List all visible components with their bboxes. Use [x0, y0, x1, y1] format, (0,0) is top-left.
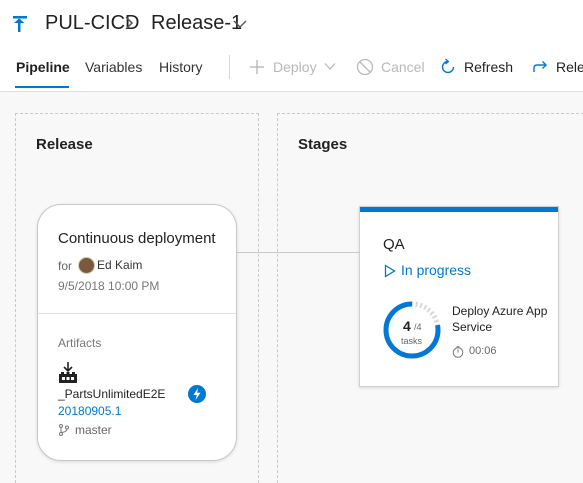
tab-history[interactable]: History — [159, 59, 203, 75]
refresh-icon — [441, 58, 455, 74]
tasks-total: /4 — [414, 322, 422, 332]
task-duration: 00:06 — [469, 345, 497, 357]
release-button[interactable]: Relea — [531, 58, 583, 76]
artifacts-label: Artifacts — [58, 336, 102, 350]
cancel-button[interactable]: Cancel — [356, 58, 426, 76]
card-divider — [38, 313, 236, 314]
chevron-down-icon — [324, 63, 336, 70]
play-icon — [384, 264, 396, 278]
refresh-button[interactable]: Refresh — [439, 58, 515, 76]
chevron-right-icon — [125, 16, 134, 30]
stage-connector — [235, 252, 359, 253]
toolbar-divider — [229, 55, 230, 79]
stage-card-qa[interactable]: QA In progress 4 /4 tasks Deploy Azure A… — [359, 206, 559, 387]
task-name: Deploy Azure App Service — [452, 304, 548, 334]
for-label: for — [58, 259, 73, 273]
pipelines-icon — [13, 16, 27, 32]
active-tab-indicator — [15, 86, 69, 88]
deploy-button[interactable]: Deploy — [248, 58, 338, 76]
release-arrow-icon — [533, 61, 547, 72]
ci-trigger-icon — [188, 385, 206, 403]
deploy-label: Deploy — [273, 59, 317, 75]
release-label: Relea — [556, 59, 583, 75]
chevron-down-icon[interactable] — [233, 19, 247, 29]
refresh-label: Refresh — [464, 59, 514, 75]
release-title[interactable]: Release-1 — [151, 12, 242, 35]
cancel-icon — [356, 58, 374, 76]
task-progress-ring — [383, 301, 441, 359]
tasks-label: tasks — [401, 336, 423, 346]
clock-icon — [452, 346, 464, 358]
header: PUL-CICD Release-1 Pipeline Variables Hi… — [0, 0, 583, 92]
release-card[interactable]: Continuous deployment for Ed Kaim 9/5/20… — [37, 204, 237, 461]
stage-status-bar — [360, 207, 558, 212]
avatar — [78, 257, 95, 274]
build-link[interactable]: 20180905.1 — [58, 404, 121, 418]
artifact-name[interactable]: _PartsUnlimitedE2E — [58, 387, 165, 401]
release-date: 9/5/2018 10:00 PM — [58, 279, 160, 293]
build-artifact-icon — [59, 362, 77, 383]
branch-icon — [59, 424, 69, 436]
tab-variables[interactable]: Variables — [85, 59, 142, 75]
tasks-done: 4 — [403, 318, 411, 334]
plus-icon — [250, 60, 264, 74]
cancel-label: Cancel — [381, 59, 425, 75]
stages-panel-title: Stages — [298, 136, 348, 153]
stage-status[interactable]: In progress — [401, 262, 471, 278]
tab-pipeline[interactable]: Pipeline — [16, 59, 70, 75]
release-panel-title: Release — [36, 136, 93, 153]
stage-name: QA — [383, 236, 405, 253]
trigger-label: Continuous deployment — [58, 230, 216, 247]
branch-name: master — [75, 423, 112, 437]
user-name: Ed Kaim — [97, 258, 143, 272]
